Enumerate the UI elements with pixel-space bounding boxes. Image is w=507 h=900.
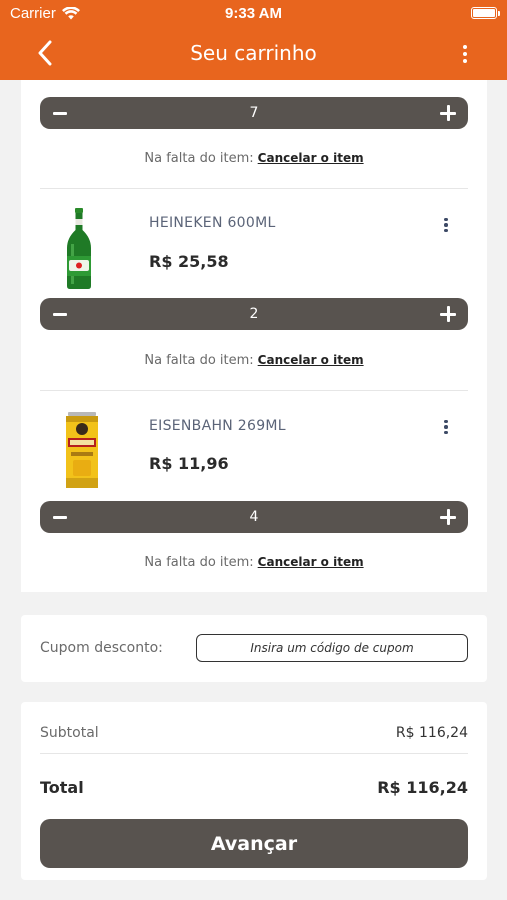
advance-button[interactable]: Avançar	[40, 819, 468, 868]
product-name: EISENBAHN 269ML	[149, 418, 286, 434]
status-time: 9:33 AM	[225, 5, 282, 22]
battery-icon	[471, 7, 500, 19]
item-divider	[40, 188, 468, 189]
increase-quantity-button[interactable]	[436, 298, 460, 330]
status-bar: Carrier 9:33 AM	[0, 0, 507, 28]
quantity-stepper: 4	[40, 501, 468, 533]
summary-divider	[40, 753, 468, 754]
coupon-card: Cupom desconto:	[21, 615, 487, 682]
subtotal-value: R$ 116,24	[395, 725, 468, 741]
coupon-input[interactable]	[196, 634, 468, 662]
quantity-stepper: 2	[40, 298, 468, 330]
page-title: Seu carrinho	[190, 41, 317, 65]
fallback-label: Na falta do item:	[144, 555, 254, 570]
product-price: R$ 25,58	[149, 252, 229, 271]
quantity-stepper: 7	[40, 97, 468, 129]
product-price: R$ 11,96	[149, 454, 229, 473]
cancel-item-link[interactable]: Cancelar o item	[258, 151, 364, 165]
total-value: R$ 116,24	[377, 778, 468, 797]
quantity-value: 4	[249, 509, 259, 525]
fallback-label: Na falta do item:	[144, 151, 254, 166]
subtotal-label: Subtotal	[40, 725, 99, 741]
more-vertical-icon	[444, 217, 448, 222]
quantity-value: 2	[249, 306, 259, 322]
coupon-label: Cupom desconto:	[40, 640, 163, 656]
out-of-stock-option: Na falta do item: Cancelar o item	[21, 555, 487, 570]
out-of-stock-option: Na falta do item: Cancelar o item	[21, 353, 487, 368]
app-header: Carrier 9:33 AM Seu carrinho	[0, 0, 507, 80]
order-summary: Subtotal R$ 116,24 Total R$ 116,24 Avanç…	[21, 702, 487, 880]
nav-bar: Seu carrinho	[0, 28, 507, 80]
cancel-item-link[interactable]: Cancelar o item	[258, 353, 364, 367]
out-of-stock-option: Na falta do item: Cancelar o item	[21, 151, 487, 166]
cart-card: 7 Na falta do item: Cancelar o item HEINE…	[21, 80, 487, 592]
increase-quantity-button[interactable]	[436, 501, 460, 533]
fallback-label: Na falta do item:	[144, 353, 254, 368]
quantity-value: 7	[249, 105, 259, 121]
more-options-button[interactable]	[459, 41, 471, 67]
product-name: HEINEKEN 600ML	[149, 215, 276, 231]
product-image	[66, 412, 98, 488]
item-options-button[interactable]	[440, 416, 452, 438]
more-vertical-icon	[463, 45, 467, 49]
increase-quantity-button[interactable]	[436, 97, 460, 129]
total-label: Total	[40, 778, 84, 797]
cancel-item-link[interactable]: Cancelar o item	[258, 555, 364, 569]
product-image	[67, 208, 91, 289]
item-divider	[40, 390, 468, 391]
item-options-button[interactable]	[440, 214, 452, 236]
more-vertical-icon	[444, 419, 448, 424]
